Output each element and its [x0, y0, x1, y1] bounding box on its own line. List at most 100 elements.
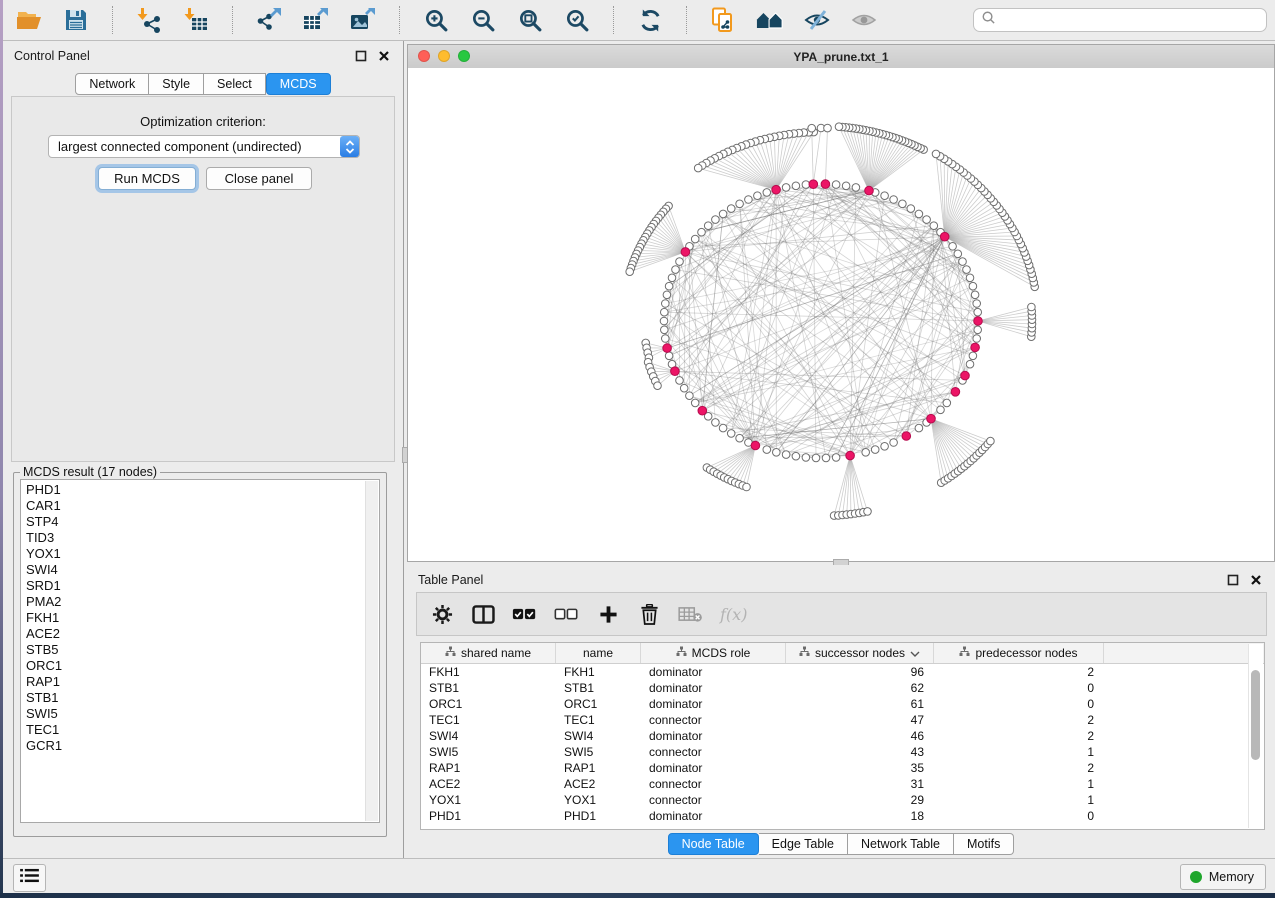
zoom-fit-icon[interactable] — [516, 6, 544, 34]
new-network-from-selection-icon[interactable] — [709, 6, 737, 34]
graph-node[interactable] — [943, 399, 951, 407]
column-header-shared-name[interactable]: shared name — [421, 643, 556, 663]
mcds-result-item[interactable]: STP4 — [26, 514, 379, 530]
graph-node[interactable] — [698, 228, 706, 236]
mcds-result-item[interactable]: TID3 — [26, 530, 379, 546]
graph-node[interactable] — [686, 392, 694, 400]
graph-node[interactable] — [923, 216, 931, 224]
graph-mcds-hub-node[interactable] — [671, 367, 680, 376]
table-row[interactable]: SWI4SWI4dominator462 — [421, 728, 1264, 744]
column-header-mcds-role[interactable]: MCDS role — [641, 643, 786, 663]
import-table-icon[interactable] — [182, 6, 210, 34]
hide-selected-icon[interactable] — [803, 6, 831, 34]
graph-mcds-hub-node[interactable] — [974, 317, 983, 326]
graph-node[interactable] — [949, 243, 957, 251]
graph-mcds-hub-node[interactable] — [821, 180, 830, 189]
column-header-successor-nodes[interactable]: successor nodes — [786, 643, 934, 663]
close-panel-icon[interactable] — [377, 49, 390, 62]
graph-node[interactable] — [974, 308, 982, 316]
graph-mcds-hub-node[interactable] — [940, 232, 949, 241]
tab-edge-table[interactable]: Edge Table — [759, 833, 848, 855]
tab-mcds[interactable]: MCDS — [266, 73, 331, 95]
zoom-out-icon[interactable] — [469, 6, 497, 34]
mcds-result-item[interactable]: ACE2 — [26, 626, 379, 642]
graph-node[interactable] — [974, 326, 982, 334]
mcds-result-list[interactable]: PHD1CAR1STP4TID3YOX1SWI4SRD1PMA2FKH1ACE2… — [20, 479, 380, 823]
graph-node[interactable] — [842, 182, 850, 190]
graph-node[interactable] — [812, 454, 820, 462]
graph-node[interactable] — [680, 384, 688, 392]
table-row[interactable]: FKH1FKH1dominator962 — [421, 664, 1264, 680]
graph-mcds-hub-node[interactable] — [961, 371, 970, 380]
graph-leaf-node[interactable] — [626, 268, 634, 276]
table-row[interactable]: ORC1ORC1dominator610 — [421, 696, 1264, 712]
search-input[interactable] — [1001, 9, 1266, 31]
graph-node[interactable] — [763, 446, 771, 454]
traffic-light-zoom[interactable] — [458, 50, 470, 62]
mcds-result-item[interactable]: PMA2 — [26, 594, 379, 610]
export-network-icon[interactable] — [255, 6, 283, 34]
graph-mcds-hub-node[interactable] — [902, 432, 911, 441]
graph-node[interactable] — [662, 335, 670, 343]
import-network-icon[interactable] — [135, 6, 163, 34]
graph-leaf-node[interactable] — [694, 164, 702, 172]
float-table-panel-icon[interactable] — [1226, 573, 1239, 586]
float-panel-icon[interactable] — [354, 49, 367, 62]
graph-node[interactable] — [727, 205, 735, 213]
table-row[interactable]: STB1STB1dominator620 — [421, 680, 1264, 696]
graph-node[interactable] — [727, 430, 735, 438]
graph-node[interactable] — [969, 282, 977, 290]
traffic-light-minimize[interactable] — [438, 50, 450, 62]
graph-node[interactable] — [959, 258, 967, 266]
mcds-result-item[interactable]: SWI4 — [26, 562, 379, 578]
table-scrollbar-thumb[interactable] — [1251, 670, 1260, 760]
graph-node[interactable] — [969, 352, 977, 360]
table-scrollbar-track[interactable] — [1248, 644, 1263, 828]
graph-node[interactable] — [661, 308, 669, 316]
graph-node[interactable] — [881, 192, 889, 200]
criterion-select[interactable]: largest connected component (undirected) — [48, 135, 360, 158]
graph-leaf-node[interactable] — [864, 508, 872, 516]
task-history-button[interactable] — [13, 864, 46, 892]
save-icon[interactable] — [62, 6, 90, 34]
graph-node[interactable] — [676, 258, 684, 266]
tab-select[interactable]: Select — [204, 73, 266, 95]
table-row[interactable]: YOX1YOX1connector291 — [421, 792, 1264, 808]
mcds-result-item[interactable]: ORC1 — [26, 658, 379, 674]
graph-node[interactable] — [890, 439, 898, 447]
graph-mcds-hub-node[interactable] — [809, 180, 818, 189]
tab-network[interactable]: Network — [75, 73, 149, 95]
graph-node[interactable] — [676, 377, 684, 385]
graph-node[interactable] — [954, 250, 962, 258]
close-panel-button[interactable]: Close panel — [206, 167, 312, 190]
graph-leaf-node[interactable] — [835, 123, 843, 131]
graph-leaf-node[interactable] — [987, 437, 995, 445]
refresh-icon[interactable] — [636, 6, 664, 34]
mcds-result-item[interactable]: RAP1 — [26, 674, 379, 690]
first-neighbors-icon[interactable] — [756, 6, 784, 34]
graph-node[interactable] — [704, 222, 712, 230]
global-search-box[interactable] — [973, 8, 1267, 32]
export-table-icon[interactable] — [302, 6, 330, 34]
graph-node[interactable] — [792, 452, 800, 460]
zoom-selected-icon[interactable] — [563, 6, 591, 34]
memory-button[interactable]: Memory — [1180, 864, 1266, 890]
mcds-result-item[interactable]: TEC1 — [26, 722, 379, 738]
graph-node[interactable] — [971, 291, 979, 299]
graph-node[interactable] — [763, 189, 771, 197]
graph-mcds-hub-node[interactable] — [663, 344, 672, 353]
graph-node[interactable] — [719, 424, 727, 432]
mcds-result-item[interactable]: SWI5 — [26, 706, 379, 722]
mcds-result-item[interactable]: GCR1 — [26, 738, 379, 754]
graph-node[interactable] — [871, 446, 879, 454]
graph-node[interactable] — [754, 192, 762, 200]
graph-mcds-hub-node[interactable] — [865, 186, 874, 195]
graph-node[interactable] — [832, 454, 840, 462]
close-table-panel-icon[interactable] — [1249, 573, 1262, 586]
column-layout-icon[interactable] — [471, 601, 495, 627]
graph-node[interactable] — [663, 291, 671, 299]
mcds-result-item[interactable]: PHD1 — [26, 482, 379, 498]
graph-node[interactable] — [852, 184, 860, 192]
graph-node[interactable] — [745, 196, 753, 204]
graph-mcds-hub-node[interactable] — [772, 185, 781, 194]
